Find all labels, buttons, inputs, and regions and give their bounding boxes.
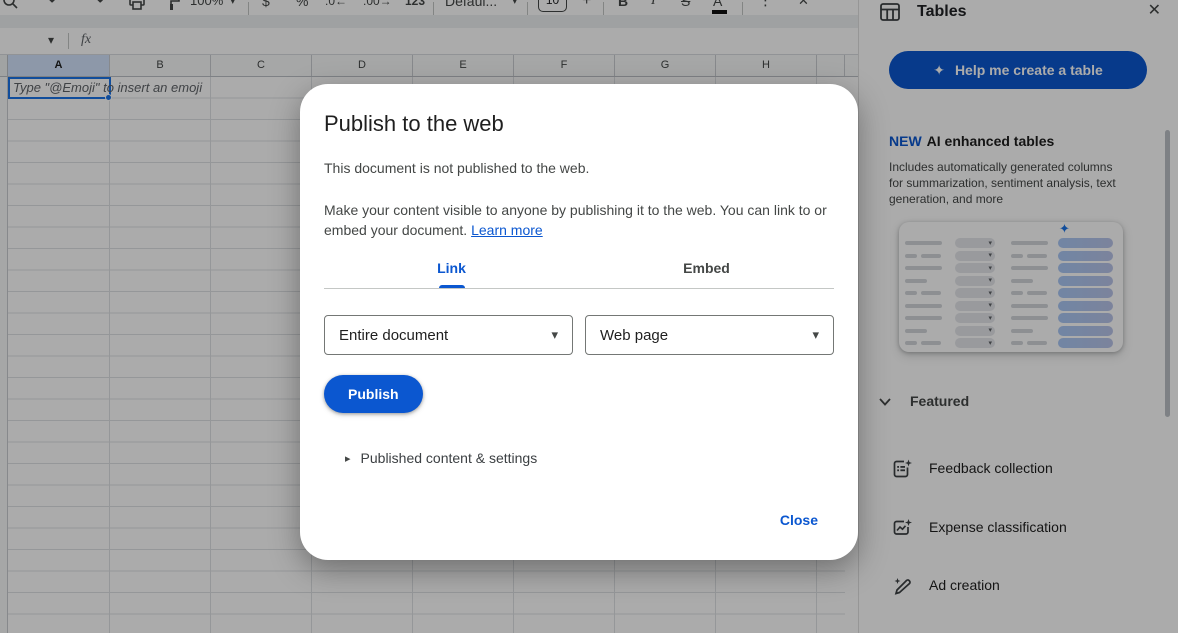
publish-status-text: This document is not published to the we… [324,158,834,178]
publish-button[interactable]: Publish [324,375,423,413]
dialog-body-text: Make your content visible to anyone by p… [324,200,834,240]
active-tab-indicator [439,285,465,288]
disclosure-arrow-icon: ▸ [345,452,351,465]
learn-more-link[interactable]: Learn more [471,222,543,238]
chevron-down-icon: ▾ [551,327,558,343]
dialog-title: Publish to the web [324,110,834,138]
tab-link[interactable]: Link [324,252,579,288]
publish-options-row: Entire document ▾ Web page ▾ [324,315,834,355]
published-content-settings-toggle[interactable]: ▸ Published content & settings [324,450,834,466]
publish-format-dropdown[interactable]: Web page ▾ [585,315,834,355]
tab-embed[interactable]: Embed [579,252,834,288]
published-content-dropdown[interactable]: Entire document ▾ [324,315,573,355]
close-dialog-link[interactable]: Close [780,512,818,528]
publish-to-web-dialog: Publish to the web This document is not … [300,84,858,560]
publish-tabs: Link Embed [324,252,834,289]
chevron-down-icon: ▾ [812,327,819,343]
